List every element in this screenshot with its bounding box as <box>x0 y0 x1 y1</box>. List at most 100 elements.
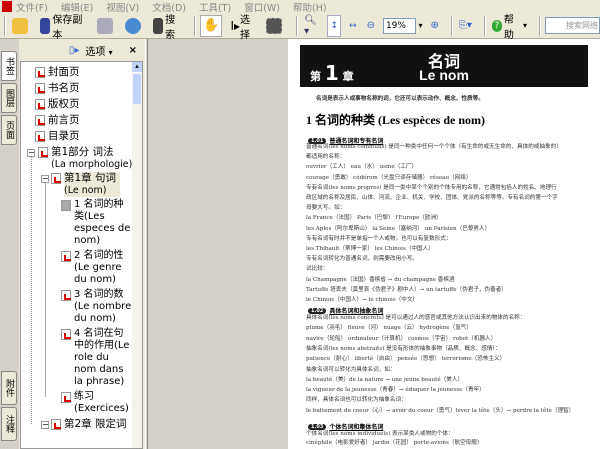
text-line: cinéphile（电影爱好者） jardin（花园） porte-avions… <box>306 440 483 446</box>
open-button[interactable] <box>10 15 32 37</box>
menu-help[interactable]: 帮助(H) <box>293 0 327 14</box>
subsection-title: 1.03 个体名词和集体名词 <box>308 422 383 431</box>
text-cursor-icon: I▸ <box>230 18 241 33</box>
hand-tool-button[interactable]: ✋ <box>200 14 223 37</box>
bookmark-item[interactable]: 练习(Exercices) <box>61 391 133 415</box>
fit-width-button[interactable]: ↔ <box>347 15 359 37</box>
bookmark-item[interactable]: 3 名词的数(Le nombre du nom) <box>61 289 133 325</box>
bookmark-item[interactable]: 2 名词的性(Le genre du nom) <box>61 250 133 286</box>
help-icon: ? <box>491 19 502 32</box>
text-line: le Chinois（中国人）→ le chinois（中文） <box>306 297 419 303</box>
pdf-page-icon <box>61 329 71 340</box>
bookmark-label: 第2章 限定词 <box>64 418 127 430</box>
intro-text: 名词是表示人或事物名称的词，它还可以表示动作、概念、性质等。 <box>316 96 484 102</box>
bookmark-tree: 封面页 书名页 版权页 前言页 目录页 − 第1部分 词法 (La morphol… <box>20 61 143 449</box>
text-line: 都适用的名称： <box>306 154 346 161</box>
menu-tools[interactable]: 工具(T) <box>199 0 231 14</box>
zoom-dropdown-icon[interactable]: ▾ <box>418 21 422 30</box>
text-line: 个体名词(les noms individuels) 表示某类人或物的个体： <box>306 431 454 437</box>
tab-attachments[interactable]: 附件 <box>1 371 17 405</box>
scroll-thumb[interactable] <box>133 74 141 104</box>
save-copy-button[interactable]: 保存副本 <box>38 15 89 41</box>
search-button[interactable]: 搜索 <box>151 15 184 41</box>
zoom-out-button[interactable]: ⊖ <box>365 15 377 37</box>
scroll-up-icon[interactable]: ▴ <box>132 62 142 72</box>
text-line: 具体名词(les noms concrets) 是可以通过人的感官或其他方法认识… <box>306 315 526 321</box>
collapse-toggle[interactable]: − <box>27 149 35 157</box>
bookmark-item-selected[interactable]: 第1章 句词 (Le nom) <box>51 172 121 197</box>
zoom-in-tool-button[interactable]: 🔍︎▾ <box>302 15 321 37</box>
help-button[interactable]: ? 帮助 ▾ <box>490 15 529 41</box>
chevron-down-icon: ▾ <box>520 21 528 30</box>
save-copy-label: 保存副本 <box>52 14 83 41</box>
bookmark-label-fr: (La morphologie) <box>51 159 133 170</box>
bookmark-item[interactable]: 第1部分 词法 (La morphologie) <box>38 146 142 171</box>
collapse-toggle[interactable]: − <box>41 421 49 429</box>
bookmark-item[interactable]: 前言页 <box>35 114 80 126</box>
email-button[interactable] <box>123 15 145 37</box>
fit-page-icon: ↕ <box>330 20 339 31</box>
bookmark-label: 练习(Exercices) <box>74 391 129 414</box>
fit-width-icon: ↔ <box>349 20 357 31</box>
search-label: 搜索 <box>165 14 176 41</box>
close-panel-button[interactable]: × <box>129 45 137 56</box>
bookmark-item[interactable]: 1 名词的种类(Les especes de nom) <box>61 199 133 247</box>
text-line: 专有名词(les noms propres) 是同一类中某个个别的个体专用的名称… <box>306 184 557 191</box>
navigation-tabs: 书签 图层 页面 附件 注释 <box>0 39 19 449</box>
text-line: navire（轮船） ordinateur（计算机） cosmos（宇宙） ro… <box>306 335 497 342</box>
menu-view[interactable]: 视图(V) <box>106 0 139 14</box>
pdf-page-icon <box>35 67 45 78</box>
tree-scrollbar[interactable]: ▴ <box>132 62 142 448</box>
search-web-input[interactable]: 搜索网络 <box>545 17 600 34</box>
tab-pages[interactable]: 页面 <box>1 115 17 145</box>
zoom-in-button[interactable]: ⊕ <box>428 15 440 37</box>
bookmark-item[interactable]: 版权页 <box>35 98 80 110</box>
bookmark-item[interactable]: 第2章 限定词 <box>51 418 127 430</box>
plus-circle-icon: ⊕ <box>430 20 439 31</box>
tab-bookmarks[interactable]: 书签 <box>1 51 17 81</box>
pdf-page-icon <box>51 173 61 184</box>
text-line: patience（耐心） liberté（自由） pensée（思想） terr… <box>306 356 506 363</box>
rotate-view-button[interactable]: ⎘▾ <box>457 15 474 37</box>
bookmark-label: 前言页 <box>48 114 80 126</box>
pdf-page-icon <box>35 83 45 94</box>
bookmark-item[interactable]: 4 名词在句中的作用(Le role du nom dans la phrase… <box>61 328 133 388</box>
collapse-toggle[interactable]: − <box>41 175 49 183</box>
text-line: courage（勇敢） cédérom（光盘只读存储器） réseau（网络） <box>306 174 472 181</box>
text-line: Tartuffe 塔丢夫（莫里哀《伪君子》剧中人）→ un tartuffe（伪… <box>306 286 507 293</box>
text-line: la Champagne（法国）香槟省 → du champagne 香槟酒 <box>306 276 455 283</box>
pdf-page-icon <box>38 147 48 158</box>
binoculars-icon <box>152 17 164 34</box>
select-label: 选择 <box>240 14 251 41</box>
toolbar-separator <box>450 15 453 36</box>
print-button[interactable] <box>95 15 117 37</box>
menu-file[interactable]: 文件(F) <box>16 0 48 14</box>
bookmark-item[interactable]: 书名页 <box>35 82 80 94</box>
toolbar-separator <box>194 15 197 36</box>
page-icon <box>61 200 71 211</box>
text-line: les Aples（阿尔卑斯山） la Seine（塞纳河） un Parisi… <box>306 225 491 232</box>
help-label: 帮助 <box>503 14 514 41</box>
text-line: la vigueur de la jeunesse（青春）→ éduquer l… <box>306 387 485 394</box>
bookmark-item[interactable]: 封面页 <box>35 66 80 78</box>
bookmark-label: 第1章 句词 (Le nom) <box>64 172 121 197</box>
pdf-page-icon <box>35 131 45 142</box>
text-line: 专有名词转化为普通名词，则需要改用小写。 <box>306 256 418 263</box>
toolbar-separator <box>296 15 299 36</box>
snapshot-button[interactable] <box>264 15 286 37</box>
chapter-banner: 第 1 章 名词 Le nom <box>300 45 588 87</box>
options-icon: ▯▸ <box>68 44 80 56</box>
pdf-page-icon <box>61 392 71 403</box>
bookmark-label: 3 名词的数(Le nombre du nom) <box>74 289 132 324</box>
chevron-down-icon: ▾ <box>108 47 113 57</box>
bookmark-item[interactable]: 目录页 <box>35 130 80 142</box>
pdf-page-icon <box>61 251 71 262</box>
options-button[interactable]: 选项 ▾ <box>85 43 112 58</box>
tab-layers[interactable]: 图层 <box>1 83 17 113</box>
fit-page-button[interactable]: ↕ <box>327 14 342 37</box>
document-view: 第 1 章 名词 Le nom 名词是表示人或事物名称的词，它还可以表示动作、概… <box>148 39 600 449</box>
tab-comments[interactable]: 注释 <box>1 407 17 441</box>
select-tool-button[interactable]: I▸ 选择 <box>228 15 258 41</box>
text-line: les Thibault（蒂博一家） les Chinois（中国人） <box>306 246 434 252</box>
zoom-input[interactable]: 19% <box>382 17 417 34</box>
